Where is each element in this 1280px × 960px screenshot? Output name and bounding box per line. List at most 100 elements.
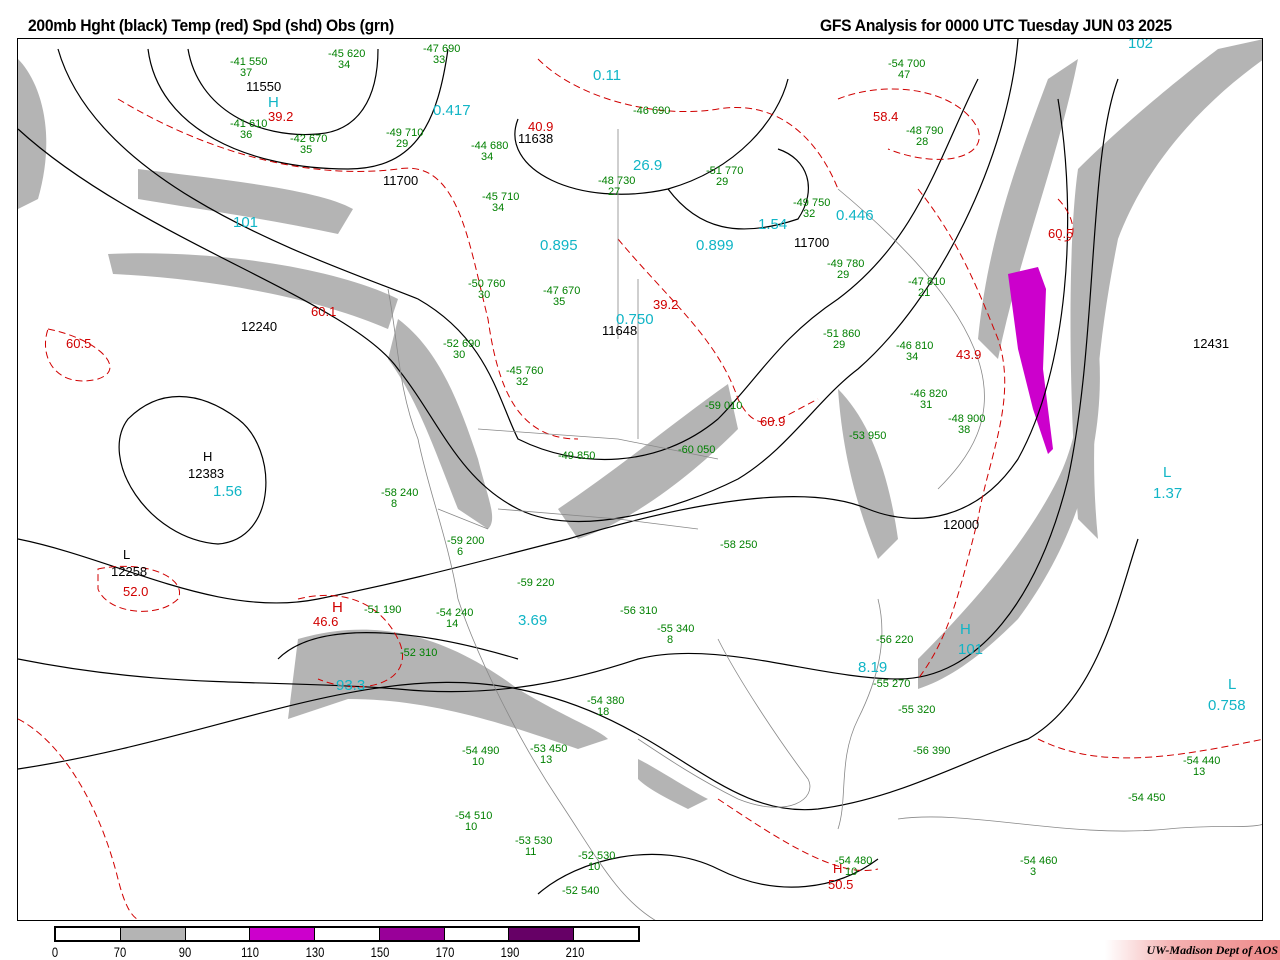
station-obs: -52 310 [400, 647, 438, 659]
station-obs: -46 820 31 [910, 388, 948, 411]
station-obs: -48 790 28 [906, 125, 944, 148]
station-obs: -56 390 [913, 745, 951, 757]
center-value: 50.5 [828, 877, 854, 892]
height-label: 12383 [188, 466, 225, 481]
station-obs: -54 380 18 [587, 695, 625, 718]
station-obs: -41 550 37 [230, 56, 268, 79]
center-value: 0.750 [616, 311, 654, 328]
center-value: 60.5 [66, 336, 92, 351]
center-value: 1.56 [213, 483, 243, 500]
station-obs: -52 540 [562, 885, 600, 897]
center-label: L [123, 547, 131, 562]
station-obs: -55 340 8 [657, 623, 695, 646]
center-label: H [960, 621, 971, 638]
station-obs: -51 860 29 [823, 328, 861, 351]
center-value: 39.2 [653, 297, 679, 312]
colorbar-tick: 170 [435, 944, 455, 960]
colorbar-tick: 110 [241, 944, 259, 960]
center-value: 0.895 [540, 237, 578, 254]
station-obs: -52 690 30 [443, 338, 481, 361]
jet-pacific-nw [18, 59, 47, 209]
station-obs: -53 450 13 [530, 743, 568, 766]
station-obs: -54 240 14 [436, 607, 474, 630]
station-obs: -51 770 29 [706, 165, 744, 188]
station-obs: -47 810 21 [908, 276, 946, 299]
analysis-time: GFS Analysis for 0000 UTC Tuesday JUN 03… [820, 16, 1172, 35]
height-contours [18, 39, 1139, 895]
station-obs: -54 440 13 [1183, 755, 1221, 778]
colorbar-bin [250, 928, 316, 940]
station-obs: -59 010 [705, 400, 743, 412]
jet-pacific-band2 [108, 253, 398, 329]
weather-map-page: 200mb Hght (black) Temp (red) Spd (shd) … [0, 0, 1280, 960]
station-obs: -58 240 8 [381, 487, 419, 510]
center-value: 0.446 [836, 207, 874, 224]
colorbar-tick: 0 [51, 944, 59, 960]
center-value: 60.9 [760, 414, 786, 429]
station-obs: -45 760 32 [506, 365, 544, 388]
map-title: 200mb Hght (black) Temp (red) Spd (shd) … [28, 16, 394, 35]
height-label: 12258 [111, 564, 148, 579]
station-obs: -59 220 [517, 577, 555, 589]
credit-logo: UW-Madison Dept of AOS [1105, 940, 1280, 960]
station-obs: -54 480 10 [835, 855, 873, 878]
height-label: 11550 [246, 79, 282, 94]
station-obs: -48 900 38 [948, 413, 986, 436]
center-value: 46.6 [313, 614, 339, 629]
station-obs: -55 320 [898, 704, 936, 716]
station-obs: -58 250 [720, 539, 758, 551]
height-label: 12000 [943, 517, 980, 532]
map-area: 11550 11700 11638 11700 11648 12240 1238… [17, 38, 1263, 921]
colorbar-tick: 190 [500, 944, 520, 960]
station-obs: -49 850 [558, 450, 596, 462]
center-value: 40.9 [528, 119, 554, 134]
center-value: 101 [233, 214, 259, 231]
height-label: 12240 [241, 319, 278, 334]
station-obs: -49 710 29 [386, 127, 424, 150]
height-label: 11700 [794, 235, 830, 250]
center-value: 0.417 [433, 102, 471, 119]
colorbar-tick: 130 [305, 944, 325, 960]
center-value: 0.899 [696, 237, 734, 254]
colorbar-bin [56, 928, 121, 940]
station-obs: -54 450 [1128, 792, 1166, 804]
station-obs: -41 610 36 [230, 118, 268, 141]
station-obs: -60 050 [678, 444, 716, 456]
center-value: 26.9 [633, 157, 663, 174]
wind-speed-colorbar [54, 926, 640, 942]
height-label: 11700 [383, 173, 419, 188]
station-obs: -54 490 10 [462, 745, 500, 768]
center-value: 39.2 [268, 109, 294, 124]
station-obs: -45 620 34 [328, 48, 366, 71]
station-obs: -51 190 [364, 604, 402, 616]
station-obs: -56 220 [876, 634, 914, 646]
center-value: 101 [958, 641, 984, 658]
colorbar-tick: 150 [370, 944, 390, 960]
station-obs: -54 510 10 [455, 810, 493, 833]
center-value: 93.3 [336, 677, 366, 694]
colorbar-bin [574, 928, 639, 940]
station-obs: -59 200 6 [447, 535, 485, 558]
station-obs: -53 950 [849, 430, 887, 442]
center-value: 1.54 [758, 216, 788, 233]
center-label: H [203, 449, 213, 464]
station-obs: -53 530 11 [515, 835, 553, 858]
colorbar-tick: 70 [113, 944, 127, 960]
center-value: 0.758 [1208, 697, 1246, 714]
station-obs: -50 760 30 [468, 278, 506, 301]
station-obs: -54 460 3 [1020, 855, 1058, 878]
center-value: 3.69 [518, 612, 548, 629]
station-obs: -48 730 27 [598, 175, 636, 198]
station-obs: -46 810 34 [896, 340, 934, 363]
station-obs: -45 710 34 [482, 191, 520, 214]
station-obs: -47 670 35 [543, 285, 581, 308]
station-obs: -54 700 47 [888, 58, 926, 81]
center-value: 102 [1128, 38, 1154, 52]
center-value: 60.1 [311, 304, 337, 319]
center-value: 60.5 [1048, 226, 1074, 241]
jet-east [838, 389, 898, 559]
colorbar-bin [379, 928, 445, 940]
station-obs: -55 270 [873, 678, 911, 690]
center-value: 58.4 [873, 109, 899, 124]
station-obs: -42 670 35 [290, 133, 328, 156]
